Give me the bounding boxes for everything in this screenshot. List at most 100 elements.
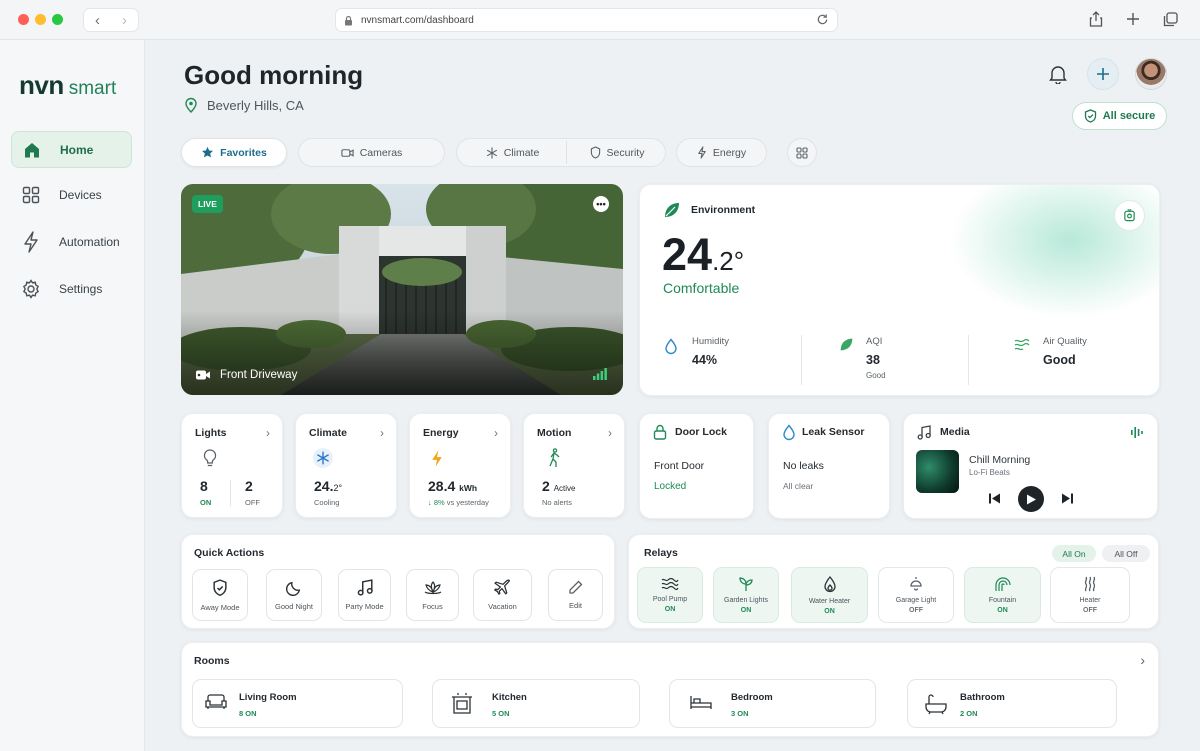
relay-state: OFF — [1083, 607, 1097, 614]
environment-card[interactable]: Environment 24.2° Comfortable Humidity 4… — [639, 184, 1160, 396]
door-lock-status: Locked — [654, 481, 687, 492]
bell-icon[interactable] — [1045, 61, 1071, 87]
sidebar-item-home[interactable]: Home — [11, 131, 132, 168]
motion-card[interactable]: Motion › 2 Active No alerts — [523, 413, 625, 518]
relays-card: Relays All On All Off Pool Pump ON Garde… — [628, 534, 1159, 629]
relay-state: ON — [997, 607, 1008, 614]
relay-fountain[interactable]: Fountain ON — [964, 567, 1041, 623]
quick-action-focus[interactable]: Focus — [406, 569, 459, 621]
media-card[interactable]: Media Chill Morning Lo-Fi Beats — [903, 413, 1158, 519]
door-lock-card[interactable]: Door Lock Front Door Locked — [639, 413, 754, 519]
tab-climate[interactable]: Climate — [464, 138, 561, 167]
new-tab-icon[interactable] — [1124, 10, 1142, 28]
chevron-right-icon: › — [608, 426, 612, 440]
add-button[interactable] — [1087, 58, 1119, 90]
avatar[interactable] — [1135, 58, 1167, 90]
environment-settings-button[interactable] — [1114, 200, 1145, 231]
quick-action-edit[interactable]: Edit — [548, 569, 603, 621]
quick-action-vacation[interactable]: Vacation — [473, 569, 532, 621]
lights-on-count: 8 — [200, 478, 208, 494]
heat-icon — [1084, 576, 1096, 592]
tab-energy[interactable]: Energy — [676, 138, 767, 167]
lights-card[interactable]: Lights › 8 ON 2 OFF — [181, 413, 283, 518]
relay-heater[interactable]: Heater OFF — [1050, 567, 1130, 623]
energy-card[interactable]: Energy › 28.4 kWh ↓ 8% vs yesterday — [409, 413, 511, 518]
tab-favorites[interactable]: Favorites — [181, 138, 287, 167]
wind-icon — [1014, 338, 1030, 351]
relays-title: Relays — [644, 547, 678, 559]
grid-icon — [21, 185, 41, 205]
brand-logo[interactable]: nvn smart — [19, 70, 116, 101]
relay-pool-pump[interactable]: Pool Pump ON — [637, 567, 703, 623]
temperature-value: 24.2° — [662, 229, 745, 280]
tab-label: Climate — [503, 146, 540, 159]
energy-change: ↓ 8% vs yesterday — [428, 498, 489, 507]
all-off-button[interactable]: All Off — [1102, 545, 1150, 562]
address-bar[interactable]: nvnsmart.com/dashboard — [335, 8, 838, 32]
chevron-right-icon: › — [380, 426, 384, 440]
more-tabs-button[interactable] — [787, 138, 817, 167]
room-bathroom[interactable]: Bathroom 2 ON — [907, 679, 1117, 728]
leak-sensor-card[interactable]: Leak Sensor No leaks All clear — [768, 413, 890, 519]
motion-value: 2 Active — [542, 478, 576, 494]
rooms-more-button[interactable]: › — [1140, 652, 1145, 668]
quick-actions-card: Quick Actions Away Mode Good Night Party… — [181, 534, 615, 629]
climate-temperature: 24.2° — [314, 478, 343, 494]
room-kitchen[interactable]: Kitchen 5 ON — [432, 679, 640, 728]
reload-icon[interactable] — [816, 13, 829, 26]
sidebar-item-settings[interactable]: Settings — [11, 270, 132, 307]
comfort-status: Comfortable — [663, 280, 740, 296]
shield-check-icon — [1084, 109, 1096, 123]
plane-icon — [494, 579, 511, 595]
tab-label: Security — [606, 146, 645, 159]
track-title: Chill Morning — [969, 454, 1031, 466]
door-location: Front Door — [654, 460, 705, 472]
next-track-button[interactable] — [1062, 493, 1073, 504]
lotus-icon — [424, 580, 441, 594]
motion-alerts: No alerts — [542, 498, 573, 507]
previous-track-button[interactable] — [989, 493, 1000, 504]
room-bedroom[interactable]: Bedroom 3 ON — [669, 679, 876, 728]
tab-security[interactable]: Security — [571, 138, 663, 167]
lights-off-count: 2 — [245, 478, 253, 494]
share-icon[interactable] — [1087, 10, 1105, 28]
signal-strength-icon — [593, 368, 607, 380]
relay-garage-light[interactable]: Garage Light OFF — [878, 567, 954, 623]
camera-feed-card[interactable]: LIVE ••• Front Driveway — [181, 184, 623, 395]
location-pin-icon — [185, 97, 197, 113]
quick-action-party-mode[interactable]: Party Mode — [338, 569, 391, 621]
rooms-title: Rooms — [194, 655, 230, 667]
quick-action-good-night[interactable]: Good Night — [266, 569, 322, 621]
relay-water-heater[interactable]: Water Heater ON — [791, 567, 868, 623]
climate-card[interactable]: Climate › 24.2° Cooling — [295, 413, 397, 518]
location: Beverly Hills, CA — [184, 97, 304, 113]
lock-icon — [345, 15, 352, 25]
maximize-window-button[interactable] — [52, 14, 63, 25]
star-icon — [202, 146, 214, 158]
sidebar-item-devices[interactable]: Devices — [11, 176, 132, 213]
fountain-icon — [994, 577, 1011, 591]
sidebar-item-automation[interactable]: Automation — [11, 223, 132, 260]
relay-garden-lights[interactable]: Garden Lights ON — [713, 567, 779, 623]
room-living-room[interactable]: Living Room 8 ON — [192, 679, 403, 728]
security-status-badge[interactable]: All secure — [1072, 102, 1167, 130]
close-window-button[interactable] — [18, 14, 29, 25]
more-options-button[interactable]: ••• — [593, 196, 609, 212]
chevron-right-icon: › — [266, 426, 270, 440]
quick-action-away-mode[interactable]: Away Mode — [192, 569, 248, 621]
play-button[interactable] — [1018, 486, 1044, 512]
leaf-icon — [840, 338, 853, 351]
aqi-metric: AQI 38 Good — [840, 336, 886, 380]
tab-cameras[interactable]: Cameras — [298, 138, 445, 167]
humidity-metric: Humidity 44% — [665, 336, 729, 367]
sprout-icon — [739, 577, 753, 591]
quick-actions-title: Quick Actions — [194, 547, 265, 559]
tabs-overview-icon[interactable] — [1161, 10, 1179, 28]
all-on-button[interactable]: All On — [1052, 545, 1096, 562]
gear-icon — [21, 278, 41, 299]
minimize-window-button[interactable] — [35, 14, 46, 25]
forward-button[interactable]: › — [111, 9, 138, 31]
back-button[interactable]: ‹ — [84, 9, 111, 31]
page-title: Good morning — [184, 60, 364, 90]
bolt-icon — [698, 146, 706, 159]
